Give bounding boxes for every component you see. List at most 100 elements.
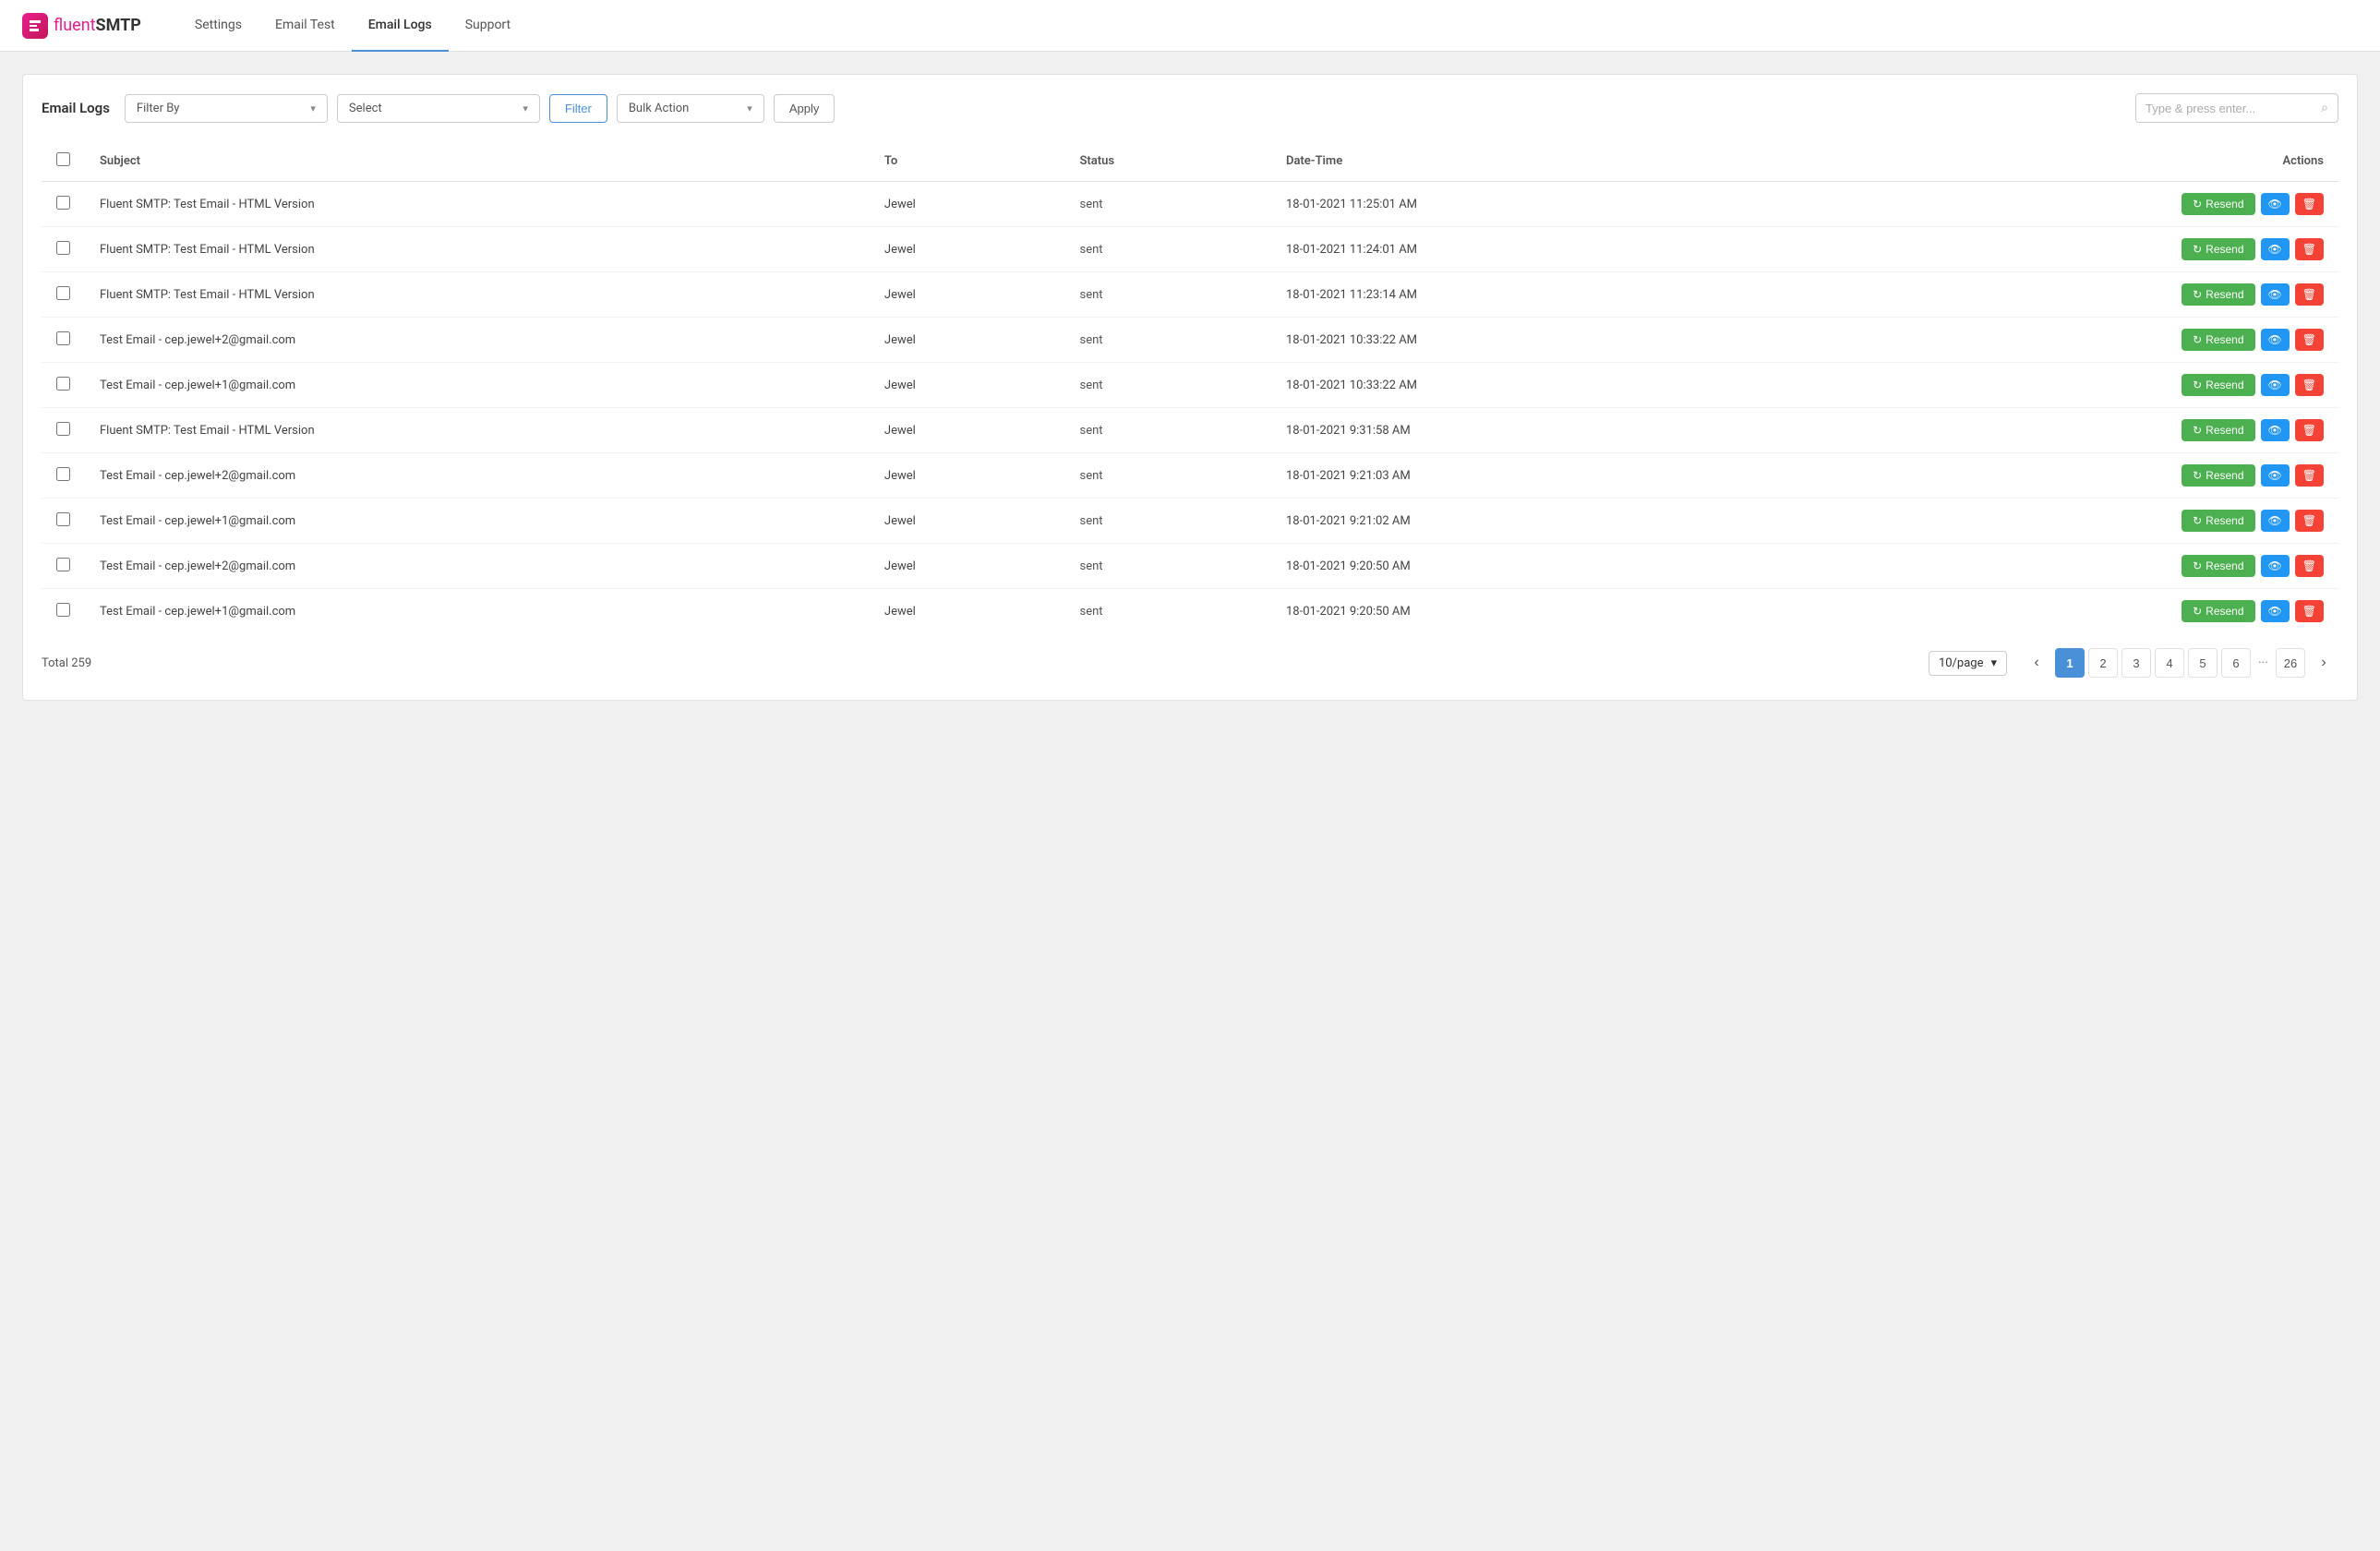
cell-status-7: sent xyxy=(1065,499,1271,544)
table-row: Test Email - cep.jewel+1@gmail.com Jewel… xyxy=(42,499,2338,544)
table-row: Fluent SMTP: Test Email - HTML Version J… xyxy=(42,182,2338,227)
nav-email-logs[interactable]: Email Logs xyxy=(352,0,449,52)
pagination-next[interactable]: › xyxy=(2309,648,2338,678)
pagination-page-26[interactable]: 26 xyxy=(2276,648,2305,678)
delete-button-2[interactable]: 🗑 xyxy=(2295,283,2324,306)
row-checkbox-8[interactable] xyxy=(56,558,70,571)
row-checkbox-5[interactable] xyxy=(56,422,70,436)
eye-icon-8: 👁 xyxy=(2268,559,2282,572)
eye-icon-2: 👁 xyxy=(2268,288,2282,301)
eye-icon-1: 👁 xyxy=(2268,243,2282,256)
view-button-1[interactable]: 👁 xyxy=(2261,238,2290,260)
resend-button-7[interactable]: ↻ Resend xyxy=(2182,510,2254,532)
view-button-4[interactable]: 👁 xyxy=(2261,374,2290,396)
row-checkbox-9[interactable] xyxy=(56,603,70,617)
view-button-6[interactable]: 👁 xyxy=(2261,464,2290,487)
delete-button-9[interactable]: 🗑 xyxy=(2295,600,2324,622)
row-checkbox-0[interactable] xyxy=(56,196,70,210)
cell-subject-5: Fluent SMTP: Test Email - HTML Version xyxy=(85,408,870,453)
cell-to-6: Jewel xyxy=(870,453,1065,499)
row-checkbox-6[interactable] xyxy=(56,467,70,481)
top-nav: fluentSMTP Settings Email Test Email Log… xyxy=(0,0,2380,52)
resend-icon-7: ↻ xyxy=(2193,514,2202,527)
eye-icon-6: 👁 xyxy=(2268,469,2282,482)
nav-settings[interactable]: Settings xyxy=(178,0,258,52)
cell-status-1: sent xyxy=(1065,227,1271,272)
resend-button-1[interactable]: ↻ Resend xyxy=(2182,238,2254,260)
trash-icon-8: 🗑 xyxy=(2302,559,2316,572)
resend-button-9[interactable]: ↻ Resend xyxy=(2182,600,2254,622)
view-button-7[interactable]: 👁 xyxy=(2261,510,2290,532)
delete-button-8[interactable]: 🗑 xyxy=(2295,555,2324,577)
resend-button-5[interactable]: ↻ Resend xyxy=(2182,419,2254,441)
table-row: Test Email - cep.jewel+2@gmail.com Jewel… xyxy=(42,453,2338,499)
delete-button-7[interactable]: 🗑 xyxy=(2295,510,2324,532)
table-row: Fluent SMTP: Test Email - HTML Version J… xyxy=(42,408,2338,453)
cell-to-5: Jewel xyxy=(870,408,1065,453)
pagination-page-6[interactable]: 6 xyxy=(2221,648,2251,678)
cell-subject-9: Test Email - cep.jewel+1@gmail.com xyxy=(85,589,870,634)
cell-datetime-2: 18-01-2021 11:23:14 AM xyxy=(1271,272,1787,318)
resend-button-8[interactable]: ↻ Resend xyxy=(2182,555,2254,577)
cell-status-5: sent xyxy=(1065,408,1271,453)
bulk-action-chevron-icon: ▾ xyxy=(747,102,752,114)
logo: fluentSMTP xyxy=(22,13,141,39)
select-chevron-icon: ▾ xyxy=(523,102,528,114)
toolbar: Email Logs Filter By ▾ Select ▾ Filter B… xyxy=(42,93,2338,123)
resend-icon-1: ↻ xyxy=(2193,243,2202,256)
page-size-select[interactable]: 10/page ▾ xyxy=(1929,651,2007,676)
select-dropdown[interactable]: Select ▾ xyxy=(337,94,540,123)
total-count: Total 259 xyxy=(42,656,91,670)
cell-status-9: sent xyxy=(1065,589,1271,634)
trash-icon-7: 🗑 xyxy=(2302,514,2316,527)
delete-button-3[interactable]: 🗑 xyxy=(2295,329,2324,351)
filter-by-dropdown[interactable]: Filter By ▾ xyxy=(125,94,328,123)
filter-button[interactable]: Filter xyxy=(549,94,607,123)
delete-button-4[interactable]: 🗑 xyxy=(2295,374,2324,396)
table-row: Test Email - cep.jewel+1@gmail.com Jewel… xyxy=(42,589,2338,634)
nav-support[interactable]: Support xyxy=(449,0,527,52)
eye-icon-9: 👁 xyxy=(2268,605,2282,618)
delete-button-1[interactable]: 🗑 xyxy=(2295,238,2324,260)
view-button-0[interactable]: 👁 xyxy=(2261,193,2290,215)
view-button-5[interactable]: 👁 xyxy=(2261,419,2290,441)
pagination-page-1[interactable]: 1 xyxy=(2055,648,2085,678)
pagination-page-3[interactable]: 3 xyxy=(2122,648,2151,678)
resend-icon-8: ↻ xyxy=(2193,559,2202,572)
delete-button-5[interactable]: 🗑 xyxy=(2295,419,2324,441)
resend-button-2[interactable]: ↻ Resend xyxy=(2182,283,2254,306)
resend-button-3[interactable]: ↻ Resend xyxy=(2182,329,2254,351)
delete-button-6[interactable]: 🗑 xyxy=(2295,464,2324,487)
view-button-9[interactable]: 👁 xyxy=(2261,600,2290,622)
pagination-page-4[interactable]: 4 xyxy=(2155,648,2184,678)
resend-button-4[interactable]: ↻ Resend xyxy=(2182,374,2254,396)
row-checkbox-1[interactable] xyxy=(56,241,70,255)
view-button-2[interactable]: 👁 xyxy=(2261,283,2290,306)
row-checkbox-4[interactable] xyxy=(56,377,70,391)
cell-to-2: Jewel xyxy=(870,272,1065,318)
bulk-action-dropdown[interactable]: Bulk Action ▾ xyxy=(617,94,764,123)
view-button-8[interactable]: 👁 xyxy=(2261,555,2290,577)
cell-status-4: sent xyxy=(1065,363,1271,408)
view-button-3[interactable]: 👁 xyxy=(2261,329,2290,351)
cell-datetime-5: 18-01-2021 9:31:58 AM xyxy=(1271,408,1787,453)
pagination-page-5[interactable]: 5 xyxy=(2188,648,2218,678)
cell-datetime-7: 18-01-2021 9:21:02 AM xyxy=(1271,499,1787,544)
pagination-page-2[interactable]: 2 xyxy=(2088,648,2118,678)
select-all-checkbox[interactable] xyxy=(56,152,70,166)
cell-subject-0: Fluent SMTP: Test Email - HTML Version xyxy=(85,182,870,227)
email-logs-card: Email Logs Filter By ▾ Select ▾ Filter B… xyxy=(22,74,2358,701)
col-actions: Actions xyxy=(1787,141,2338,182)
nav-email-test[interactable]: Email Test xyxy=(258,0,352,52)
apply-button[interactable]: Apply xyxy=(774,94,835,123)
table-body: Fluent SMTP: Test Email - HTML Version J… xyxy=(42,182,2338,634)
pagination-prev[interactable]: ‹ xyxy=(2022,648,2051,678)
trash-icon-5: 🗑 xyxy=(2302,424,2316,437)
resend-button-6[interactable]: ↻ Resend xyxy=(2182,464,2254,487)
row-checkbox-2[interactable] xyxy=(56,286,70,300)
row-checkbox-3[interactable] xyxy=(56,331,70,345)
row-checkbox-7[interactable] xyxy=(56,512,70,526)
search-input[interactable] xyxy=(2146,102,2314,115)
resend-button-0[interactable]: ↻ Resend xyxy=(2182,193,2254,215)
delete-button-0[interactable]: 🗑 xyxy=(2295,193,2324,215)
